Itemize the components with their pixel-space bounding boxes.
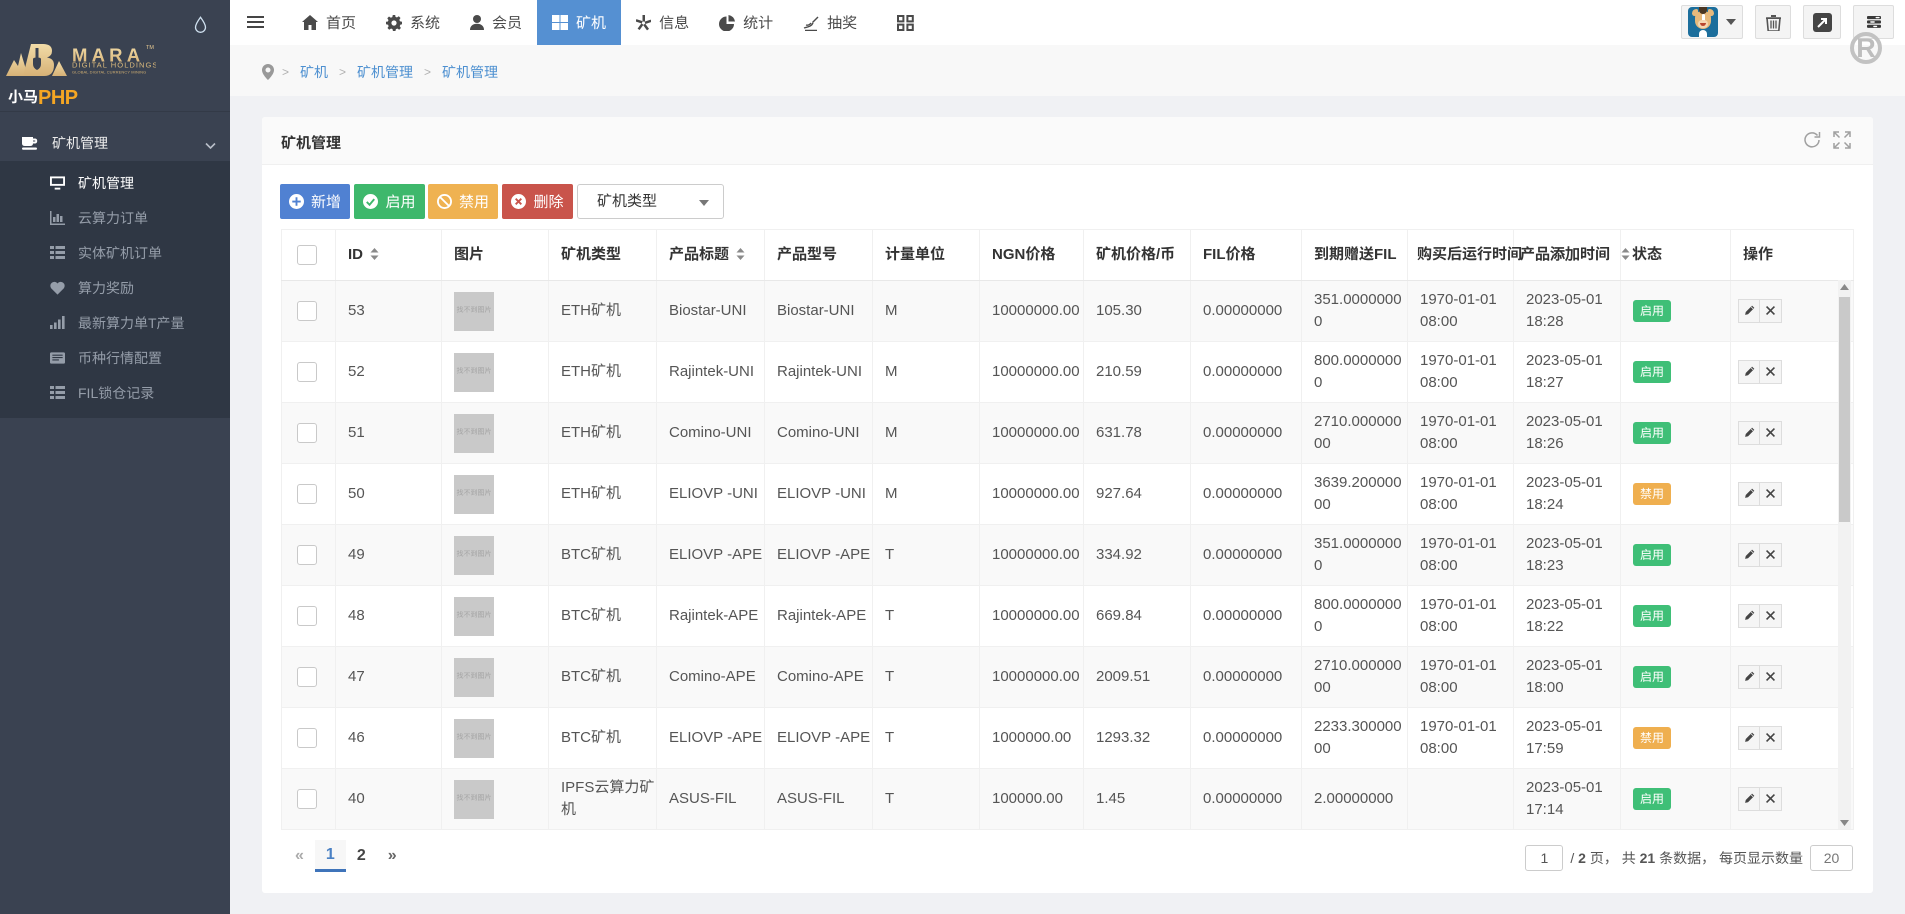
svg-text:TM: TM: [146, 45, 154, 51]
svg-text:GLOBAL DIGITAL CURRENCY MINING: GLOBAL DIGITAL CURRENCY MINING: [72, 70, 146, 75]
svg-text:DIGITAL HOLDINGS: DIGITAL HOLDINGS: [72, 61, 156, 70]
